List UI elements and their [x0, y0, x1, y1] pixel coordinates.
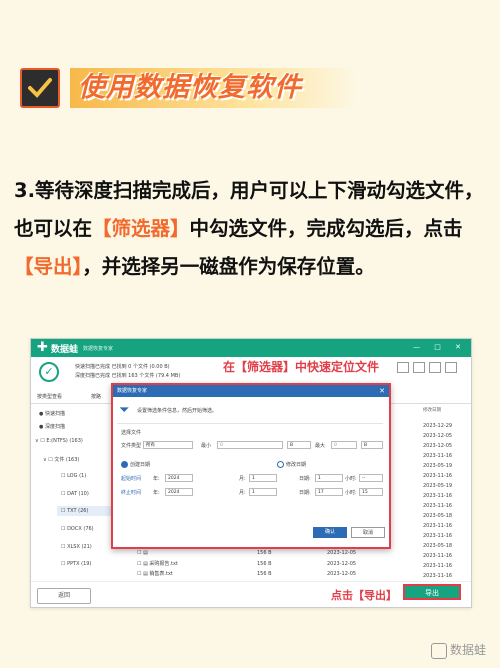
hour-label: 小时: — [345, 490, 357, 496]
app-title-bar: ✚ 数据蛙 数据恢复专家 — □ ✕ — [31, 339, 471, 357]
date-cell: 2023-11-16 — [423, 523, 453, 529]
max-unit-select[interactable]: B — [361, 441, 383, 449]
step-export-highlight: 【导出】 — [14, 255, 83, 278]
dialog-hint: 设置筛选条件信息，然后开始筛选。 — [137, 408, 218, 414]
date-cell: 2023-11-16 — [423, 493, 453, 499]
date-cell: 2023-11-16 — [423, 503, 453, 509]
max-size-input[interactable]: 0 — [331, 441, 357, 449]
close-icon[interactable]: ✕ — [379, 385, 385, 397]
table-row[interactable]: ☐ ▤ 销售表.txt 156 B 2023-12-05 — [137, 570, 387, 577]
filter-dialog: 数据恢复专家 ✕ ⏷ 设置筛选条件信息，然后开始筛选。 选择文件 文件类型 所有… — [111, 383, 391, 549]
scan-status-quick: 快速扫描已完成 已找到 0 个文件 (0.00 B) — [75, 364, 170, 370]
start-year-select[interactable]: 2024 — [165, 474, 193, 482]
tree-item[interactable]: ☐ LOG (1) — [61, 473, 86, 479]
start-month-select[interactable]: 1 — [249, 474, 277, 482]
hour-label: 小时: — [345, 476, 357, 482]
date-cell: 2023-11-16 — [423, 473, 453, 479]
checkbox-icon — [20, 68, 60, 108]
end-time-label: 终止时间 — [121, 490, 142, 496]
date-cell: 2023-11-16 — [423, 453, 453, 459]
file-type-label: 文件类型 — [121, 443, 142, 449]
scan-status-deep: 深度扫描已完成 已找到 163 个文件 (79.4 MB) — [75, 373, 181, 379]
app-logo-icon: ✚ — [37, 340, 48, 355]
month-label: 月: — [239, 490, 246, 496]
date-cell: 2023-11-16 — [423, 553, 453, 559]
date-cell: 2023-12-05 — [423, 433, 453, 439]
view-toggle[interactable] — [397, 362, 457, 373]
date-cell: 2023-05-19 — [423, 483, 453, 489]
confirm-button[interactable]: 确认 — [313, 527, 347, 538]
cancel-button[interactable]: 取消 — [351, 527, 385, 538]
tab-by-path[interactable]: 按路 — [91, 393, 101, 400]
max-size-label: 最大 — [315, 443, 326, 449]
start-day-select[interactable]: 1 — [315, 474, 343, 482]
step-description: 3.等待深度扫描完成后，用户可以上下滑动勾选文件，也可以在【筛选器】中勾选文件，… — [14, 172, 492, 286]
tree-item[interactable]: ☐ XLSX (21) — [61, 544, 92, 550]
date-cell: 2023-05-18 — [423, 513, 453, 519]
tree-item[interactable]: ● 深度扫描 — [39, 423, 65, 430]
tree-item[interactable]: ☐ PPTX (19) — [61, 561, 91, 567]
watermark-icon — [430, 642, 447, 659]
step-part2: 中勾选文件，完成勾选后，点击 — [189, 217, 463, 240]
year-label: 年: — [153, 490, 160, 496]
date-cell: 2023-11-16 — [423, 573, 453, 579]
min-unit-select[interactable]: B — [287, 441, 311, 449]
table-row[interactable]: ☐ ▤ 采购报告.txt 156 B 2023-12-05 — [137, 560, 387, 567]
check-circle-icon: ✓ — [39, 362, 59, 382]
back-button[interactable]: 返回 — [37, 588, 91, 604]
date-cell: 2023-05-19 — [423, 463, 453, 469]
page-title: 使用数据恢复软件 — [78, 72, 302, 103]
radio-modify-date[interactable]: 修改日期 — [277, 461, 306, 468]
file-type-select[interactable]: 所有 — [143, 441, 193, 449]
min-size-input[interactable]: 0 — [217, 441, 283, 449]
end-hour-select[interactable]: 15 — [359, 488, 383, 496]
date-cell: 2023-11-16 — [423, 563, 453, 569]
radio-create-date[interactable]: 创建日期 — [121, 461, 150, 468]
detail-view-icon[interactable] — [445, 362, 457, 373]
app-name: 数据蛙 — [51, 345, 79, 355]
watermark: 数据蛙 — [430, 641, 486, 659]
start-time-label: 起始时间 — [121, 476, 142, 482]
column-modified-date[interactable]: 修改日期 — [423, 407, 441, 413]
date-cell: 2023-12-29 — [423, 423, 453, 429]
tree-item[interactable]: ☐ DOCX (76) — [61, 526, 94, 532]
dialog-title: 数据恢复专家 — [113, 385, 389, 397]
end-year-select[interactable]: 2024 — [165, 488, 193, 496]
eye-icon[interactable] — [397, 362, 409, 373]
day-label: 日期: — [299, 476, 311, 482]
step-filter-highlight: 【筛选器】 — [92, 217, 190, 240]
year-label: 年: — [153, 476, 160, 482]
tree-item[interactable]: ∨ ☐ E:(NTFS) (163) — [35, 438, 83, 444]
section-label: 选择文件 — [121, 430, 142, 436]
annotation-filter: 在【筛选器】中快速定位文件 — [221, 358, 382, 375]
table-row[interactable]: ☐ ▤ 156 B 2023-12-05 — [137, 550, 387, 556]
window-controls[interactable]: — □ ✕ — [413, 343, 467, 351]
date-cell: 2023-12-05 — [423, 443, 453, 449]
start-hour-select[interactable]: -- — [359, 474, 383, 482]
tree-item[interactable]: ● 快速扫描 — [39, 410, 65, 417]
app-screenshot: ✚ 数据蛙 数据恢复专家 — □ ✕ ✓ 快速扫描已完成 已找到 0 个文件 (… — [30, 338, 472, 608]
annotation-export: 点击【导出】 — [331, 589, 397, 602]
funnel-icon: ⏷ — [119, 403, 130, 418]
app-subtitle: 数据恢复专家 — [83, 346, 114, 352]
step-part3: ，并选择另一磁盘作为保存位置。 — [82, 255, 375, 278]
end-month-select[interactable]: 1 — [249, 488, 277, 496]
tree-item[interactable]: ☐ DAT (10) — [61, 491, 89, 497]
day-label: 日期: — [299, 490, 311, 496]
date-cell: 2023-11-16 — [423, 533, 453, 539]
end-day-select[interactable]: 17 — [315, 488, 343, 496]
list-view-icon[interactable] — [429, 362, 441, 373]
grid-view-icon[interactable] — [413, 362, 425, 373]
export-button[interactable]: 导出 — [403, 584, 461, 600]
divider — [117, 423, 383, 424]
tree-item[interactable]: ∨ ☐ 文件 (163) — [43, 456, 79, 463]
month-label: 月: — [239, 476, 246, 482]
date-cell: 2023-05-18 — [423, 543, 453, 549]
tab-by-type[interactable]: 按类型查看 — [37, 393, 62, 400]
min-size-label: 最小 — [201, 443, 212, 449]
